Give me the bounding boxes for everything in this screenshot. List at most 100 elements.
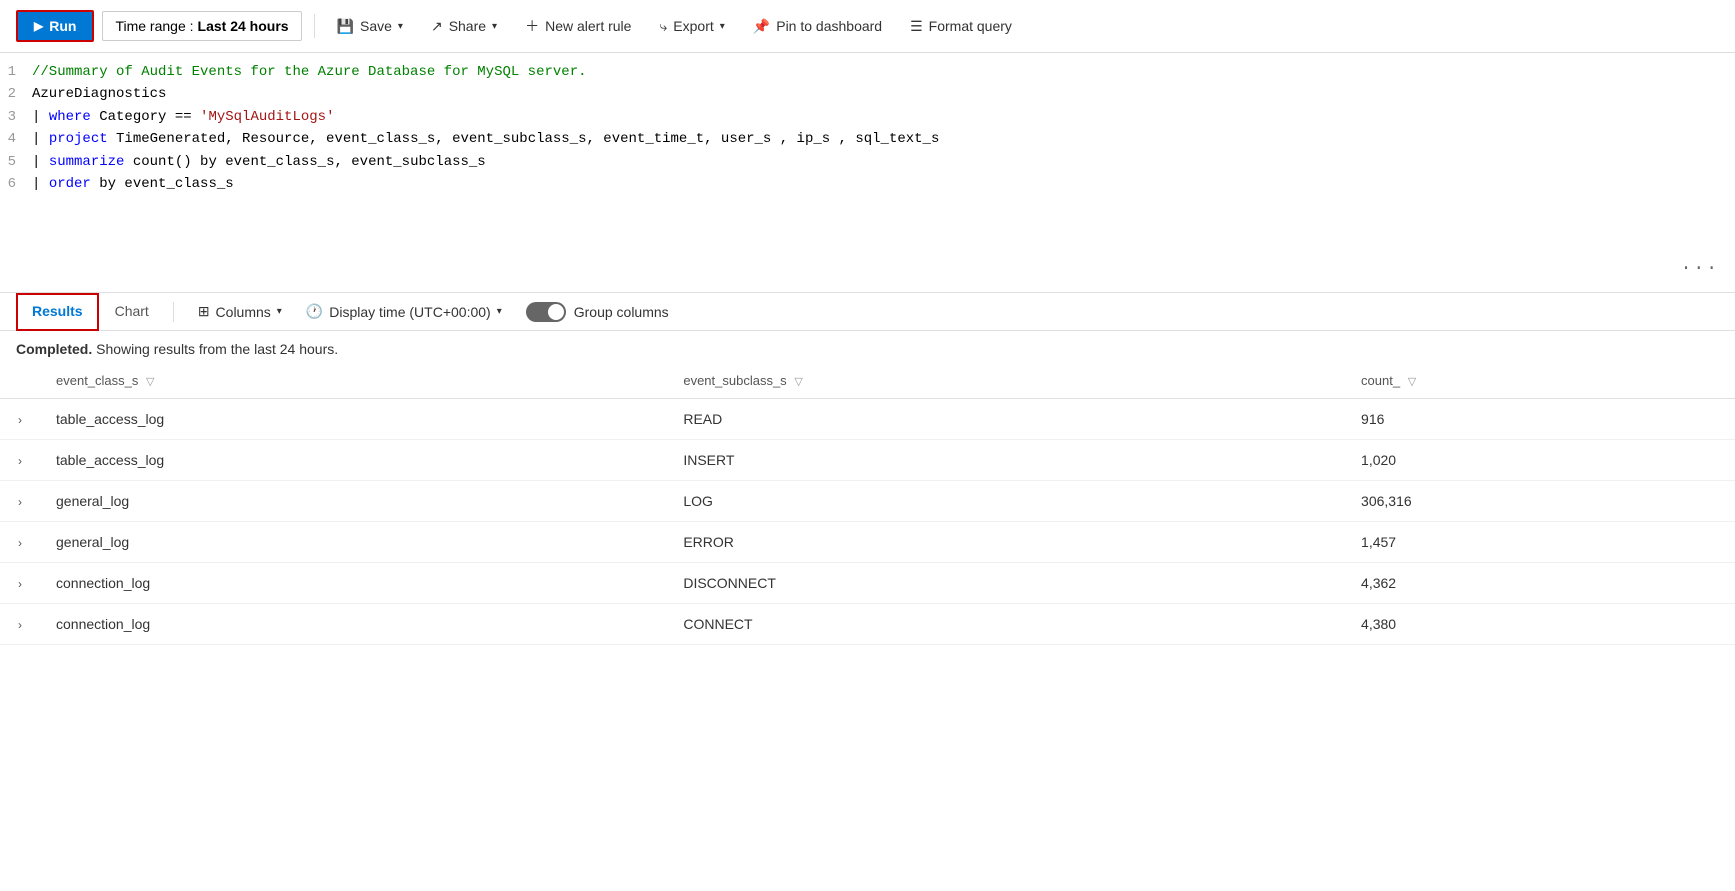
line-number: 1 <box>0 61 32 83</box>
code-token-plain: Category == <box>91 109 200 125</box>
event-class-cell: general_log <box>40 481 667 522</box>
event-class-cell: connection_log <box>40 563 667 604</box>
share-icon: ↗ <box>431 18 443 35</box>
export-button[interactable]: ⤷ Export ▾ <box>649 12 734 41</box>
columns-icon: ⊞ <box>198 303 210 320</box>
toolbar-divider-1 <box>314 14 315 38</box>
code-line: 5| summarize count() by event_class_s, e… <box>0 151 1735 173</box>
code-line: 1//Summary of Audit Events for the Azure… <box>0 61 1735 83</box>
toggle-knob <box>548 304 564 320</box>
columns-label: Columns <box>216 304 271 320</box>
count-cell: 1,457 <box>1345 522 1735 563</box>
count-cell: 1,020 <box>1345 440 1735 481</box>
count-cell: 306,316 <box>1345 481 1735 522</box>
tab-results[interactable]: Results <box>16 293 99 331</box>
filter-event-class-icon[interactable]: ▽ <box>146 376 154 388</box>
col-count-label: count_ <box>1361 373 1400 388</box>
format-query-button[interactable]: ☰ Format query <box>900 12 1022 41</box>
expand-icon[interactable]: › <box>18 577 22 591</box>
code-content: | order by event_class_s <box>32 173 1735 195</box>
results-panel: Results Chart ⊞ Columns ▾ 🕐 Display time… <box>0 293 1735 645</box>
status-message: Showing results from the last 24 hours. <box>96 341 338 357</box>
code-line: 3| where Category == 'MySqlAuditLogs' <box>0 106 1735 128</box>
event-subclass-cell: LOG <box>667 481 1345 522</box>
line-number: 4 <box>0 128 32 150</box>
line-number: 6 <box>0 173 32 195</box>
code-content: AzureDiagnostics <box>32 83 1735 105</box>
group-columns-label: Group columns <box>574 304 669 320</box>
group-columns-toggle-group: Group columns <box>526 302 669 322</box>
code-token-plain: count() by event_class_s, event_subclass… <box>124 154 485 170</box>
pin-icon: 📌 <box>753 18 770 35</box>
expand-cell[interactable]: › <box>0 399 40 440</box>
table-row[interactable]: ›connection_logCONNECT4,380 <box>0 604 1735 645</box>
code-token-plain: | <box>32 131 49 147</box>
save-label: Save <box>360 18 392 34</box>
expand-icon[interactable]: › <box>18 618 22 632</box>
col-event-subclass-label: event_subclass_s <box>683 373 786 388</box>
export-icon: ⤷ <box>659 18 667 35</box>
table-row[interactable]: › connection_logDISCONNECT4,362 <box>0 563 1735 604</box>
share-button[interactable]: ↗ Share ▾ <box>421 12 507 41</box>
table-row[interactable]: ›table_access_logINSERT1,020 <box>0 440 1735 481</box>
code-token-string: 'MySqlAuditLogs' <box>200 109 334 125</box>
expand-cell[interactable]: › <box>0 563 40 604</box>
toolbar: ▶ Run Time range : Last 24 hours 💾 Save … <box>0 0 1735 53</box>
code-content: | project TimeGenerated, Resource, event… <box>32 128 1735 150</box>
new-alert-label: New alert rule <box>545 18 631 34</box>
run-play-icon: ▶ <box>34 19 43 33</box>
expand-icon[interactable]: › <box>18 536 22 550</box>
tab-chart[interactable]: Chart <box>99 293 165 331</box>
display-time-label: Display time (UTC+00:00) <box>329 304 490 320</box>
col-count: count_ ▽ <box>1345 363 1735 399</box>
run-button[interactable]: ▶ Run <box>16 10 94 42</box>
time-range-button[interactable]: Time range : Last 24 hours <box>102 11 301 41</box>
expand-icon[interactable]: › <box>18 495 22 509</box>
line-number: 3 <box>0 106 32 128</box>
col-event-class-label: event_class_s <box>56 373 138 388</box>
event-class-cell: general_log <box>40 522 667 563</box>
filter-count-icon[interactable]: ▽ <box>1408 376 1416 388</box>
expand-cell[interactable]: › <box>0 481 40 522</box>
new-alert-icon: ＋ <box>525 16 539 36</box>
export-label: Export <box>673 18 713 34</box>
expand-icon[interactable]: › <box>18 413 22 427</box>
status-completed: Completed. <box>16 341 92 357</box>
group-columns-toggle[interactable] <box>526 302 566 322</box>
results-tbody: ›table_access_logREAD916›table_access_lo… <box>0 399 1735 645</box>
table-row[interactable]: › general_logLOG306,316 <box>0 481 1735 522</box>
editor-ellipsis[interactable]: ··· <box>1681 255 1719 284</box>
filter-event-subclass-icon[interactable]: ▽ <box>794 376 802 388</box>
code-token-keyword: where <box>49 109 91 125</box>
expand-cell[interactable]: › <box>0 522 40 563</box>
export-chevron-icon: ▾ <box>720 21 725 32</box>
col-event-class: event_class_s ▽ <box>40 363 667 399</box>
expand-cell[interactable]: › <box>0 440 40 481</box>
event-subclass-cell: DISCONNECT <box>667 563 1345 604</box>
expand-icon[interactable]: › <box>18 454 22 468</box>
columns-button[interactable]: ⊞ Columns ▾ <box>190 297 290 326</box>
pin-button[interactable]: 📌 Pin to dashboard <box>743 12 892 41</box>
line-number: 2 <box>0 83 32 105</box>
event-class-cell: table_access_log <box>40 440 667 481</box>
table-row[interactable]: ›table_access_logREAD916 <box>0 399 1735 440</box>
expand-cell[interactable]: › <box>0 604 40 645</box>
line-number: 5 <box>0 151 32 173</box>
table-row[interactable]: ›general_logERROR1,457 <box>0 522 1735 563</box>
expand-col-header <box>0 363 40 399</box>
new-alert-button[interactable]: ＋ New alert rule <box>515 10 641 42</box>
count-cell: 4,362 <box>1345 563 1735 604</box>
tab-separator <box>173 302 174 322</box>
event-class-cell: connection_log <box>40 604 667 645</box>
pin-label: Pin to dashboard <box>776 18 882 34</box>
time-range-prefix: Time range : <box>115 18 193 34</box>
code-line: 4| project TimeGenerated, Resource, even… <box>0 128 1735 150</box>
display-time-button[interactable]: 🕐 Display time (UTC+00:00) ▾ <box>298 297 510 326</box>
save-button[interactable]: 💾 Save ▾ <box>327 12 413 41</box>
event-subclass-cell: CONNECT <box>667 604 1345 645</box>
code-line: 6| order by event_class_s <box>0 173 1735 195</box>
code-token-plain: | <box>32 154 49 170</box>
tab-controls: ⊞ Columns ▾ 🕐 Display time (UTC+00:00) ▾… <box>190 297 669 326</box>
code-editor[interactable]: 1//Summary of Audit Events for the Azure… <box>0 53 1735 293</box>
results-table: event_class_s ▽ event_subclass_s ▽ count… <box>0 363 1735 645</box>
